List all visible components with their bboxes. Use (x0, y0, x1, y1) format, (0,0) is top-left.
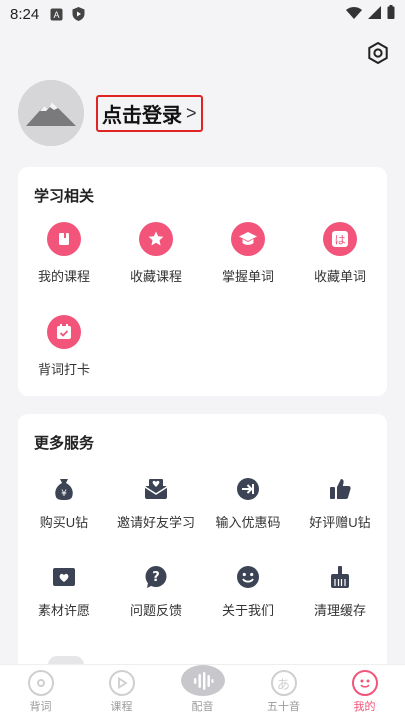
heart-mail-icon (51, 564, 77, 590)
buy-diamonds-item[interactable]: ¥ 购买U钻 (18, 476, 110, 531)
svg-text:¥: ¥ (61, 489, 67, 499)
play-icon (108, 670, 135, 696)
favorite-courses-label: 收藏课程 (129, 269, 182, 284)
coupon-code-label: 输入优惠码 (215, 515, 281, 530)
vocabulary-tab-icon (27, 670, 54, 696)
smiley-tab-icon (351, 670, 378, 696)
redeem-arrow-icon (235, 476, 261, 502)
settings-gear-icon[interactable] (365, 40, 391, 66)
battery-icon (387, 5, 395, 23)
bottom-tab-bar: 背词 课程 配音 あ 五十音 我的 (0, 664, 405, 720)
tab-gojuon[interactable]: あ 五十音 (243, 665, 324, 720)
about-us-label: 关于我们 (221, 603, 274, 618)
tab-dubbing[interactable]: 配音 (162, 665, 243, 720)
calendar-check-icon (47, 315, 81, 349)
clear-cache-item[interactable]: 清理缓存 (294, 564, 386, 619)
invite-friends-item[interactable]: 邀请好友学习 (110, 476, 202, 531)
tab-gojuon-label: 五十音 (267, 701, 300, 713)
ha-kana-icon: は (323, 222, 357, 256)
favorite-words-item[interactable]: は 收藏单词 (294, 222, 386, 285)
study-card-title: 学习相关 (34, 188, 95, 205)
microphone-wave-icon (180, 665, 225, 696)
favorite-words-label: 收藏单词 (313, 269, 366, 284)
feedback-label: 问题反馈 (129, 603, 182, 618)
profile-header: 点击登录 > (18, 80, 203, 146)
svg-text:A: A (53, 10, 59, 20)
tab-vocabulary-label: 背词 (29, 701, 52, 713)
money-bag-icon: ¥ (51, 476, 77, 502)
feedback-item[interactable]: ? 问题反馈 (110, 564, 202, 619)
mastered-words-item[interactable]: 掌握单词 (202, 222, 294, 285)
mastered-words-label: 掌握单词 (221, 269, 274, 284)
status-time: 8:24 (10, 5, 40, 23)
tab-dubbing-label: 配音 (191, 701, 214, 713)
login-label: 点击登录 (102, 104, 182, 127)
rate-reward-item[interactable]: 好评赠U钻 (294, 476, 386, 531)
shield-play-icon (71, 7, 85, 21)
tab-courses[interactable]: 课程 (81, 665, 162, 720)
star-icon (139, 222, 173, 256)
tab-mine[interactable]: 我的 (324, 665, 405, 720)
graduation-cap-icon (231, 222, 265, 256)
services-card: 更多服务 ¥ 购买U钻 邀请好友学习 输入优惠码 好评赠U钻 素材许愿 ? 问题… (18, 414, 387, 674)
notification-a-icon: A (49, 7, 63, 21)
material-wish-item[interactable]: 素材许愿 (18, 564, 110, 619)
study-card: 学习相关 我的课程 收藏课程 掌握单词 は 收藏单词 背词打卡 (18, 167, 387, 396)
tab-mine-label: 我的 (353, 701, 376, 713)
material-wish-label: 素材许愿 (37, 603, 90, 618)
invite-friends-label: 邀请好友学习 (116, 515, 195, 530)
invite-mail-icon (143, 476, 169, 502)
services-card-title: 更多服务 (34, 435, 95, 452)
a-kana-icon: あ (270, 670, 297, 696)
svg-text:は: は (335, 234, 346, 247)
my-courses-label: 我的课程 (37, 269, 90, 284)
wifi-icon (346, 6, 362, 23)
avatar[interactable] (18, 80, 84, 146)
coupon-code-item[interactable]: 输入优惠码 (202, 476, 294, 531)
status-bar: 8:24 A (0, 0, 405, 28)
my-courses-item[interactable]: 我的课程 (18, 222, 110, 285)
checkin-label: 背词打卡 (37, 362, 90, 377)
signal-icon (368, 5, 381, 23)
tab-courses-label: 课程 (110, 701, 133, 713)
book-icon (47, 222, 81, 256)
thumbs-up-icon (327, 476, 353, 502)
clear-cache-label: 清理缓存 (313, 603, 366, 618)
smiley-icon (235, 564, 261, 590)
checkin-item[interactable]: 背词打卡 (18, 315, 110, 378)
buy-diamonds-label: 购买U钻 (39, 515, 89, 530)
about-us-item[interactable]: 关于我们 (202, 564, 294, 619)
question-bubble-icon: ? (143, 564, 169, 590)
chevron-right-icon: > (186, 102, 197, 123)
svg-text:?: ? (152, 570, 160, 585)
tab-vocabulary[interactable]: 背词 (0, 665, 81, 720)
favorite-courses-item[interactable]: 收藏课程 (110, 222, 202, 285)
rate-reward-label: 好评赠U钻 (309, 515, 371, 530)
login-button[interactable]: 点击登录 > (96, 94, 203, 132)
broom-icon (327, 564, 353, 590)
